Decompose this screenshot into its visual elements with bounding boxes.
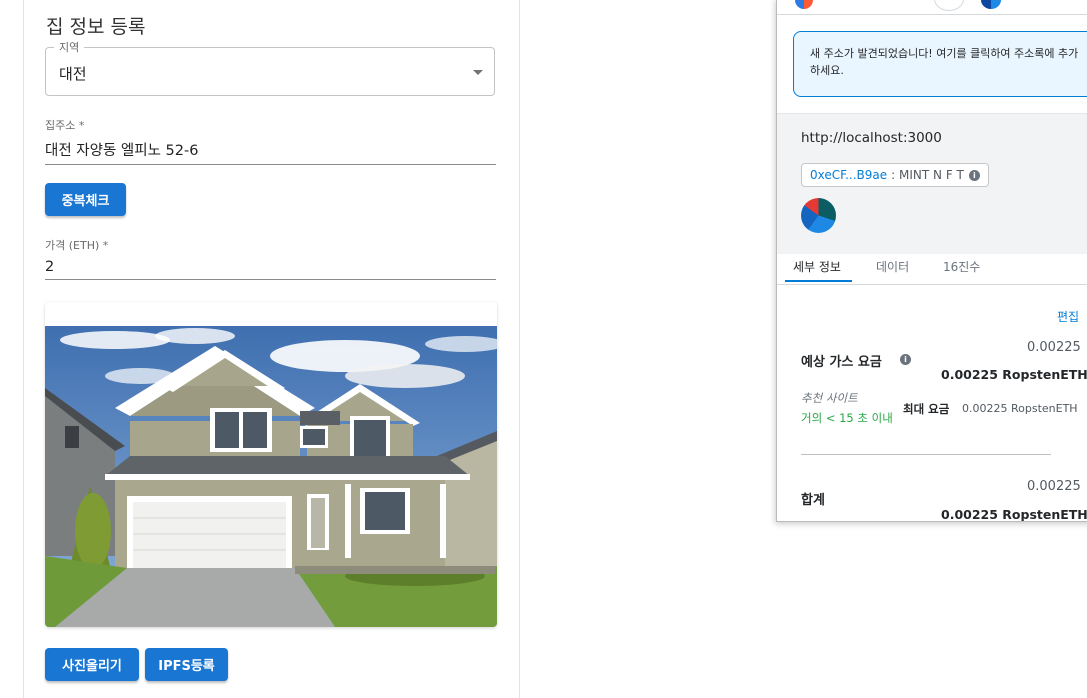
price-input[interactable]: 2 <box>45 259 496 279</box>
page-title: 집 정보 등록 <box>46 16 146 38</box>
house-photo <box>45 326 497 627</box>
total-eth: 0.00225 RopstenETH <box>941 507 1087 522</box>
ipfs-register-button[interactable]: IPFS등록 <box>145 648 228 681</box>
max-fee-label: 최대 요금 <box>903 402 950 416</box>
dropdown-arrow-icon <box>473 70 483 75</box>
gas-fee-value: 0.00225 <box>1027 340 1081 355</box>
transfer-arrow-icon <box>934 0 964 11</box>
upload-photo-button[interactable]: 사진올리기 <box>45 648 139 681</box>
account-avatar-icon[interactable] <box>795 0 813 9</box>
origin-url: http://localhost:3000 <box>801 130 942 146</box>
info-icon[interactable]: i <box>968 169 980 181</box>
new-address-notice[interactable]: 새 주소가 발견되었습니다! 여기를 클릭하여 주소록에 추가하세요. <box>793 31 1087 97</box>
mm-account-bar <box>777 0 1087 15</box>
tab-hex[interactable]: 16진수 <box>943 258 980 275</box>
max-fee-value: 0.00225 RopstenETH <box>962 402 1078 415</box>
gas-fee-label: 예상 가스 요금 <box>801 355 882 370</box>
region-value: 대전 <box>59 65 87 83</box>
house-photo-card <box>45 302 497 627</box>
mm-tabs: 세부 정보 데이터 16진수 <box>777 253 1087 285</box>
duplicate-check-button[interactable]: 중복체크 <box>45 183 126 216</box>
address-input[interactable]: 대전 자양동 엘피노 52-6 <box>45 139 496 164</box>
tab-data[interactable]: 데이터 <box>876 258 909 275</box>
divider <box>801 454 1051 455</box>
address-label: 집주소 * <box>45 119 85 132</box>
gas-fee-eth: 0.00225 RopstenETH <box>941 367 1087 382</box>
gas-info-icon[interactable]: i <box>900 354 911 365</box>
region-select[interactable]: 지역 대전 <box>45 39 495 96</box>
recipient-avatar-icon[interactable] <box>981 0 1001 9</box>
active-tab-underline <box>785 280 852 282</box>
suggested-site-label: 추천 사이트 <box>801 391 858 405</box>
contract-address[interactable]: 0xeCF...B9ae <box>810 168 887 182</box>
price-label: 가격 (ETH) * <box>45 239 109 252</box>
address-field[interactable]: 집주소 * 대전 자양동 엘피노 52-6 <box>45 117 496 165</box>
contract-avatar-icon <box>801 198 836 233</box>
region-label: 지역 <box>54 39 85 55</box>
price-field[interactable]: 가격 (ETH) * 2 <box>45 237 496 280</box>
method-name: : MINT N F T <box>891 168 964 182</box>
metamask-popup: 새 주소가 발견되었습니다! 여기를 클릭하여 주소록에 추가하세요. http… <box>776 0 1087 522</box>
contract-method-pill[interactable]: 0xeCF...B9ae : MINT N F T i <box>801 163 989 187</box>
total-label: 합계 <box>801 493 825 508</box>
time-estimate: 거의 < 15 초 이내 <box>801 411 893 425</box>
edit-link[interactable]: 편집 <box>1057 308 1079 325</box>
tab-details[interactable]: 세부 정보 <box>793 258 841 275</box>
notice-text: 새 주소가 발견되었습니다! 여기를 클릭하여 주소록에 추가하세요. <box>810 47 1079 77</box>
total-value: 0.00225 <box>1027 479 1081 494</box>
